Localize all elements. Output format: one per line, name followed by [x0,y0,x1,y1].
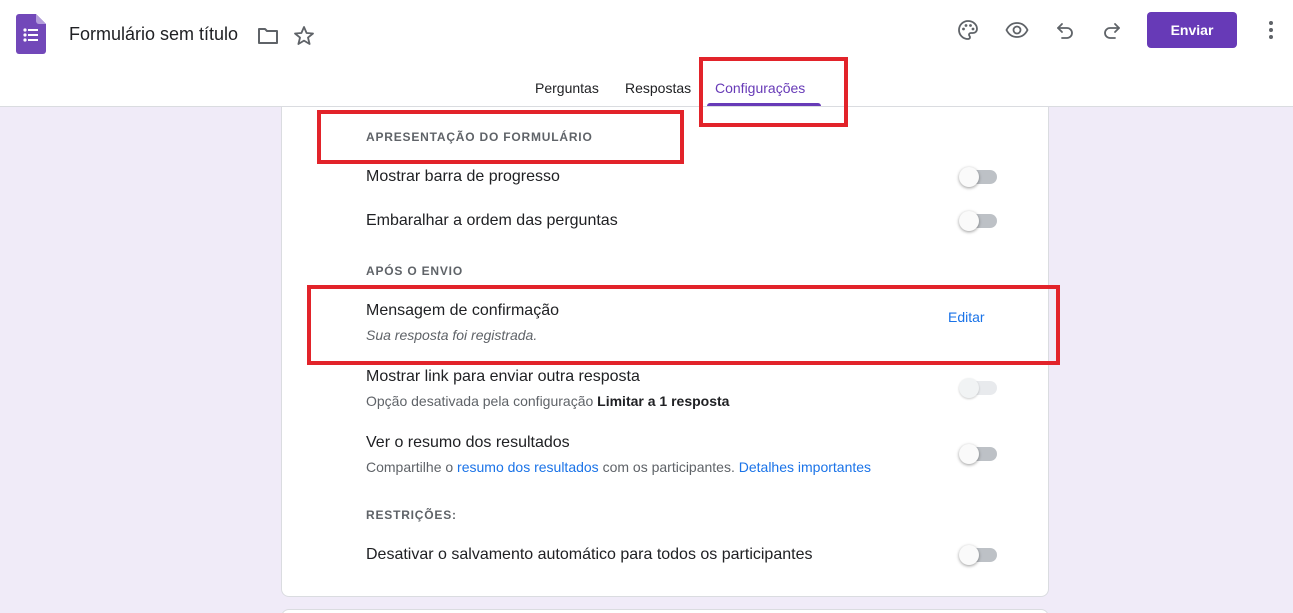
highlight-box-config-tab [699,57,848,127]
another-response-toggle [959,378,997,398]
more-vert-icon[interactable] [1259,18,1283,42]
results-summary-toggle[interactable] [959,444,997,464]
results-summary-link[interactable]: resumo dos resultados [457,459,599,475]
important-details-link[interactable]: Detalhes importantes [739,459,871,475]
redo-icon[interactable] [1100,18,1124,42]
progress-bar-label: Mostrar barra de progresso [366,168,560,185]
toggle-thumb [959,211,979,231]
another-response-subtext: Opção desativada pela configuração Limit… [366,393,729,409]
toggle-thumb [959,545,979,565]
undo-icon[interactable] [1053,18,1077,42]
form-title[interactable]: Formulário sem título [69,24,238,45]
highlight-box-confirmation [307,285,1060,365]
shuffle-questions-toggle[interactable] [959,211,997,231]
send-button[interactable]: Enviar [1147,12,1237,48]
forms-logo-icon[interactable] [16,14,46,54]
another-response-sub-prefix: Opção desativada pela configuração [366,393,598,409]
toggle-thumb [959,167,979,187]
tab-bar: Perguntas Respostas Configurações [0,66,1293,106]
limit-one-response-text: Limitar a 1 resposta [597,393,730,409]
tab-perguntas[interactable]: Perguntas [535,80,599,96]
results-summary-subtext: Compartilhe o resumo dos resultados com … [366,459,871,475]
results-summary-sub-part1: Compartilhe o [366,459,458,475]
folder-icon[interactable] [256,24,280,48]
disable-autosave-label: Desativar o salvamento automático para t… [366,546,813,563]
shuffle-questions-label: Embaralhar a ordem das perguntas [366,212,618,229]
star-icon[interactable] [292,24,316,48]
section-heading-after-submit: APÓS O ENVIO [366,264,463,278]
results-summary-label: Ver o resumo dos resultados [366,434,570,451]
another-response-label: Mostrar link para enviar outra resposta [366,368,640,385]
tab-respostas[interactable]: Respostas [625,80,691,96]
toggle-thumb [959,378,979,398]
disable-autosave-toggle[interactable] [959,545,997,565]
progress-bar-toggle[interactable] [959,167,997,187]
toggle-thumb [959,444,979,464]
highlight-box-presentation-heading [317,110,684,164]
next-settings-card [281,609,1049,613]
eye-icon[interactable] [1005,18,1029,42]
section-heading-restrictions: RESTRIÇÕES: [366,508,457,522]
results-summary-sub-part2: com os participantes. [598,459,739,475]
palette-icon[interactable] [956,18,980,42]
app-header: Formulário sem título Enviar Perguntas R… [0,0,1293,107]
